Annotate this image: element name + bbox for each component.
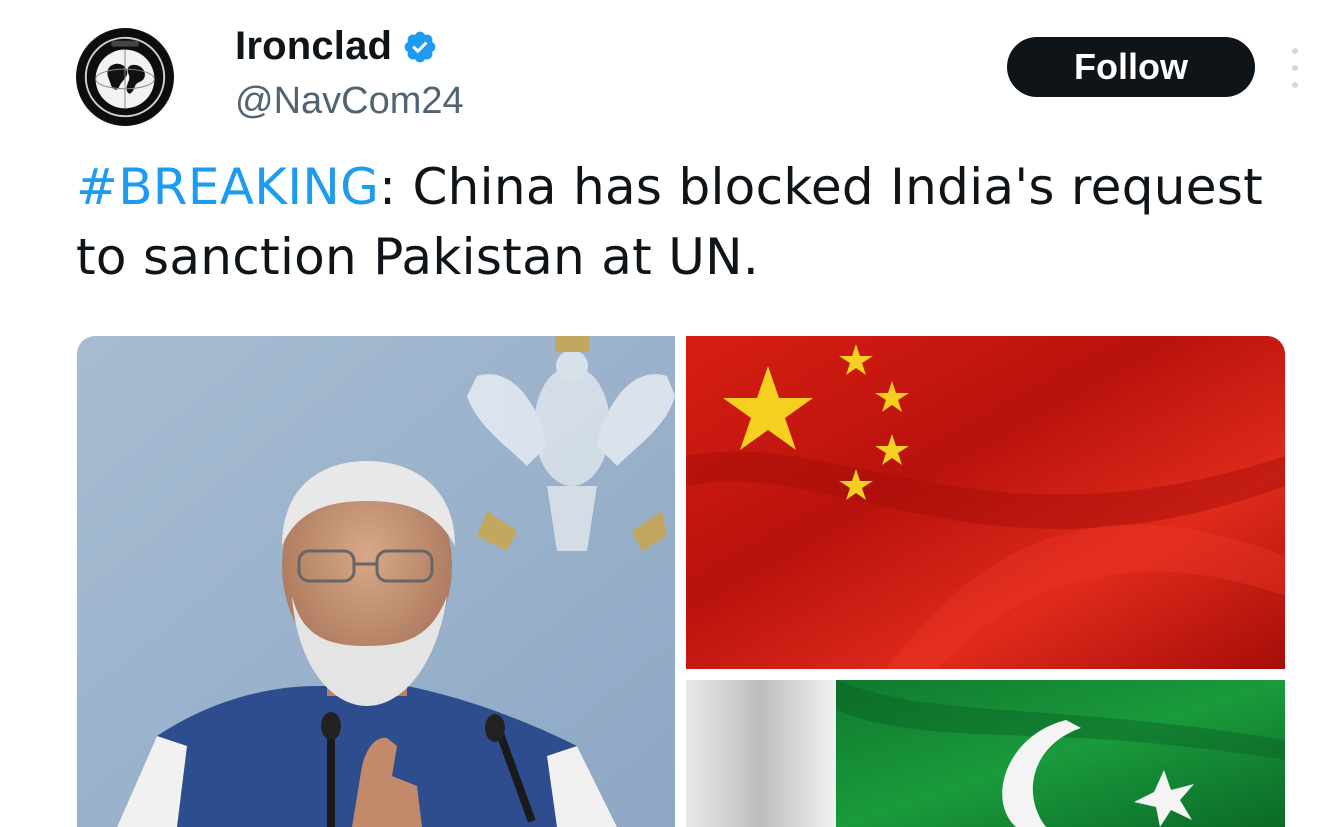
follow-button[interactable]: Follow xyxy=(1007,37,1255,97)
hashtag-link[interactable]: #BREAKING xyxy=(76,158,379,216)
media-photo-top-right[interactable] xyxy=(686,336,1285,669)
media-photo-bottom-right[interactable] xyxy=(686,680,1285,827)
verified-badge-icon xyxy=(404,31,436,62)
pakistan-flag-image xyxy=(686,680,1285,827)
media-photo-left[interactable] xyxy=(77,336,675,827)
user-handle[interactable]: @NavCom24 xyxy=(235,80,464,123)
avatar[interactable] xyxy=(76,28,174,126)
display-name-text: Ironclad xyxy=(235,24,393,68)
media-grid xyxy=(77,336,1285,827)
photo-man-at-podium-image xyxy=(77,336,675,827)
china-flag-image xyxy=(686,336,1285,669)
display-name[interactable]: Ironclad xyxy=(235,24,438,69)
globe-emblem-icon xyxy=(76,28,174,126)
more-vertical-icon[interactable] xyxy=(1287,48,1303,88)
tweet-text: #BREAKING: China has blocked India's req… xyxy=(76,152,1296,292)
